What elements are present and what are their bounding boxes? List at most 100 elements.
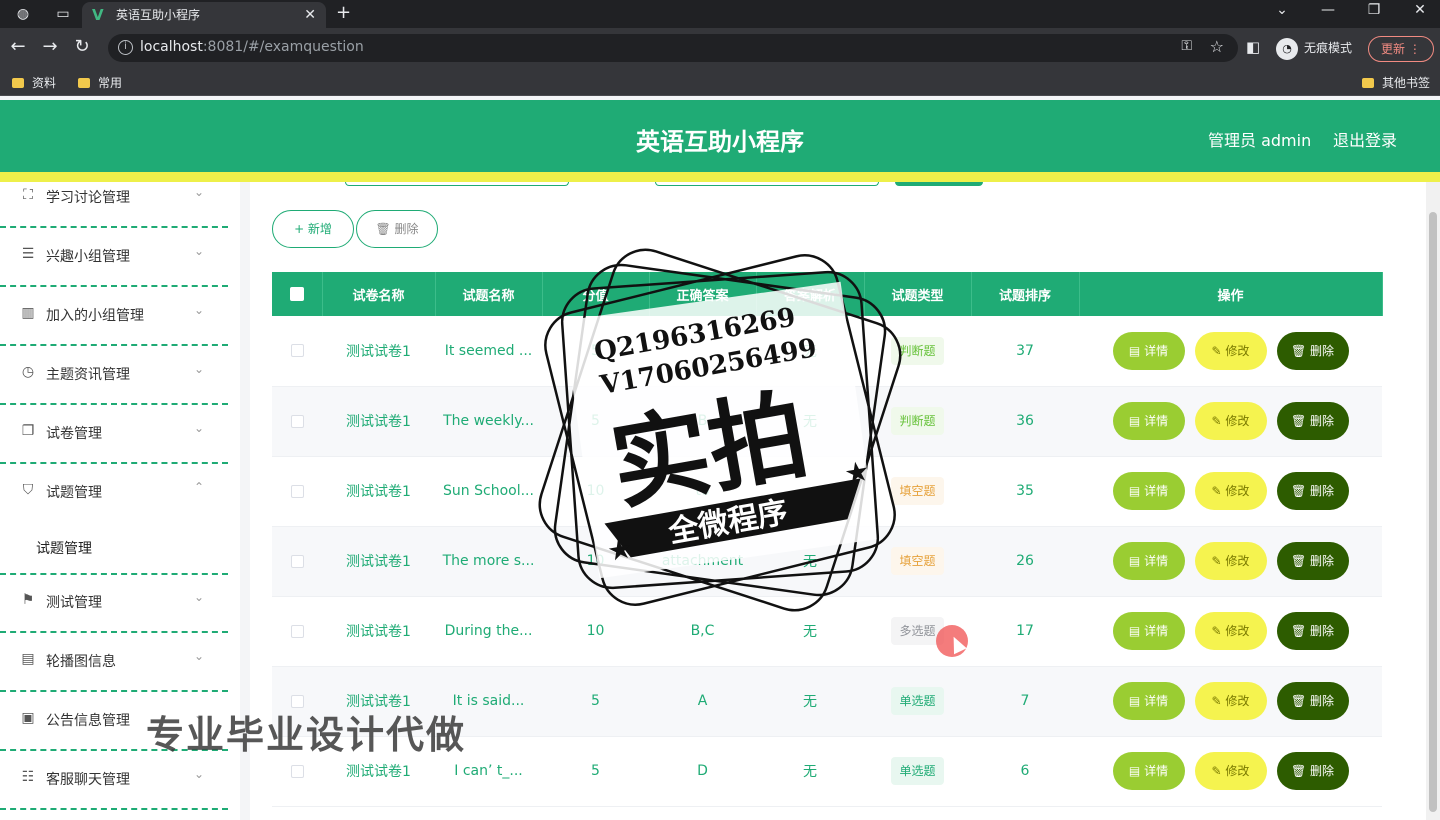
sidebar-item-chat[interactable]: ☷ 客服聊天管理 ⌄ <box>0 752 228 810</box>
edit-button[interactable]: ✎ 修改 <box>1194 682 1267 720</box>
side-panel-icon[interactable]: ◧ <box>1246 38 1260 56</box>
current-user: 管理员 admin <box>1208 131 1312 150</box>
pencil-icon: ✎ <box>1211 414 1226 428</box>
sidebar-item-carousel[interactable]: ▤ 轮播图信息 ⌄ <box>0 634 228 692</box>
sidebar-item-joined-groups[interactable]: ▥ 加入的小组管理 ⌄ <box>0 288 228 346</box>
chevron-down-icon: ⌄ <box>194 303 205 317</box>
add-button[interactable]: + 新增 <box>272 210 354 248</box>
detail-button[interactable]: ▤ 详情 <box>1112 402 1185 440</box>
edit-button[interactable]: ✎ 修改 <box>1194 402 1267 440</box>
page-scrollbar[interactable] <box>1426 182 1440 820</box>
reload-icon[interactable]: ↻ <box>70 36 94 57</box>
bookmark-folder-1[interactable]: 常用 <box>78 74 122 91</box>
chevron-up-icon: ⌃ <box>194 480 205 494</box>
update-button[interactable]: 更新 ⋮ <box>1368 36 1434 62</box>
sidebar-item-papers[interactable]: ❐ 试卷管理 ⌄ <box>0 406 228 464</box>
cell-score: 5 <box>542 316 649 387</box>
back-icon[interactable]: ← <box>6 36 30 57</box>
cell-actions: ▤ 详情 ✎ 修改 🗑 删除 <box>1079 666 1382 737</box>
row-checkbox[interactable] <box>272 596 322 667</box>
detail-button[interactable]: ▤ 详情 <box>1112 752 1185 790</box>
key-icon[interactable]: ⚿ <box>1181 38 1192 54</box>
row-checkbox[interactable] <box>272 316 322 387</box>
detail-button[interactable]: ▤ 详情 <box>1112 682 1185 720</box>
row-checkbox[interactable] <box>272 526 322 597</box>
cell-score: 10 <box>542 456 649 527</box>
address-bar[interactable]: i localhost:8081/#/examquestion ⚿ ☆ <box>108 34 1238 62</box>
delete-button[interactable]: 🗑 删除 <box>1276 612 1349 650</box>
restore-icon[interactable]: ❐ <box>1362 2 1386 18</box>
scrollbar-thumb[interactable] <box>1429 212 1437 812</box>
tab-search-icon[interactable]: ▭ <box>52 4 74 24</box>
forward-icon[interactable]: → <box>38 36 62 57</box>
cell-actions: ▤ 详情 ✎ 修改 🗑 删除 <box>1079 456 1382 527</box>
cell-actions: ▤ 详情 ✎ 修改 🗑 删除 <box>1079 386 1382 457</box>
search-button[interactable] <box>895 182 983 186</box>
notice-icon: ▣ <box>21 710 35 726</box>
pencil-icon: ✎ <box>1211 624 1226 638</box>
cell-type: 填空题 <box>864 456 971 527</box>
info-icon[interactable]: i <box>118 40 133 55</box>
cell-paper: 测试试卷1 <box>322 736 435 807</box>
edit-button[interactable]: ✎ 修改 <box>1194 752 1267 790</box>
globe-icon[interactable]: ◍ <box>12 4 34 24</box>
trash-icon: 🗑 <box>1290 484 1311 498</box>
sidebar-item-questions[interactable]: ⛉ 试题管理 ⌃ <box>0 465 228 575</box>
detail-button[interactable]: ▤ 详情 <box>1112 472 1185 510</box>
delete-button[interactable]: 🗑 删除 <box>1276 682 1349 720</box>
chevron-down-icon: ⌄ <box>194 708 205 722</box>
cell-type: 判断题 <box>864 316 971 387</box>
question-table: 试卷名称 试题名称 分值 正确答案 答案解析 试题类型 试题排序 操作 测试试卷… <box>272 272 1383 807</box>
browser-tab-active[interactable]: V 英语互助小程序 ✕ <box>82 2 326 28</box>
pencil-icon: ✎ <box>1211 694 1226 708</box>
bookmark-folder-0[interactable]: 资料 <box>12 74 56 91</box>
sidebar-item-discussion[interactable]: ⛶ 学习讨论管理 ⌄ <box>0 182 228 228</box>
edit-button[interactable]: ✎ 修改 <box>1194 612 1267 650</box>
tab-close-icon[interactable]: ✕ <box>304 2 316 28</box>
table-row: 测试试卷1 Sun School... 10 to 填空题 35 ▤ 详情 ✎ 修改 🗑 删除 <box>272 456 1382 527</box>
search-input-2[interactable] <box>655 182 879 186</box>
sidebar-subitem-questions[interactable]: 试题管理 <box>36 538 92 558</box>
other-bookmarks[interactable]: 其他书签 <box>1362 74 1430 91</box>
sidebar-item-news[interactable]: ◷ 主题资讯管理 ⌄ <box>0 347 228 405</box>
cell-order: 6 <box>971 736 1079 807</box>
incognito-indicator[interactable]: ◔ 无痕模式 <box>1276 34 1352 62</box>
row-checkbox[interactable] <box>272 736 322 807</box>
row-checkbox[interactable] <box>272 386 322 457</box>
bookmarks-bar: 资料 常用 其他书签 <box>0 68 1440 96</box>
bookmark-star-icon[interactable]: ☆ <box>1210 37 1224 56</box>
delete-button[interactable]: 🗑 删除 <box>1276 402 1349 440</box>
detail-button[interactable]: ▤ 详情 <box>1112 331 1185 370</box>
row-checkbox[interactable] <box>272 666 322 737</box>
sidebar-item-notices[interactable]: ▣ 公告信息管理 ⌄ <box>0 693 228 751</box>
cell-score: 10 <box>542 526 649 597</box>
delete-button[interactable]: 🗑 删除 <box>1276 542 1349 580</box>
trash-icon: 🗑 <box>1290 343 1311 358</box>
row-checkbox[interactable] <box>272 456 322 527</box>
pencil-icon: ✎ <box>1211 484 1226 498</box>
cell-order: 37 <box>971 316 1079 387</box>
edit-button[interactable]: ✎ 修改 <box>1194 542 1267 580</box>
edit-button[interactable]: ✎ 修改 <box>1194 472 1267 510</box>
edit-button[interactable]: ✎ 修改 <box>1194 331 1267 370</box>
new-tab-icon[interactable]: + <box>336 2 351 23</box>
delete-button[interactable]: 🗑 删除 <box>1276 752 1349 790</box>
sidebar-item-groups[interactable]: ☰ 兴趣小组管理 ⌄ <box>0 229 228 287</box>
sidebar-item-tests[interactable]: ⚑ 测试管理 ⌄ <box>0 575 228 633</box>
delete-button[interactable]: 🗑 删除 <box>1276 472 1349 510</box>
logout-link[interactable]: 退出登录 <box>1333 127 1397 151</box>
table-header-row: 试卷名称 试题名称 分值 正确答案 答案解析 试题类型 试题排序 操作 <box>272 272 1383 316</box>
select-all-checkbox[interactable] <box>272 272 323 316</box>
browser-tab-bar: ◍ ▭ V 英语互助小程序 ✕ + ⌄ — ❐ ✕ <box>0 0 1440 28</box>
search-input-1[interactable] <box>345 182 569 186</box>
detail-button[interactable]: ▤ 详情 <box>1112 612 1185 650</box>
trash-icon: 🗑 <box>1290 764 1311 778</box>
cell-question: During the... <box>435 596 542 667</box>
cell-order: 35 <box>971 456 1079 527</box>
chevron-down-icon[interactable]: ⌄ <box>1270 2 1294 18</box>
delete-button[interactable]: 🗑 删除 <box>1276 331 1349 370</box>
detail-button[interactable]: ▤ 详情 <box>1112 542 1185 580</box>
batch-delete-button[interactable]: 🗑 删除 <box>356 210 438 248</box>
close-window-icon[interactable]: ✕ <box>1408 2 1432 18</box>
minimize-icon[interactable]: — <box>1316 2 1340 18</box>
